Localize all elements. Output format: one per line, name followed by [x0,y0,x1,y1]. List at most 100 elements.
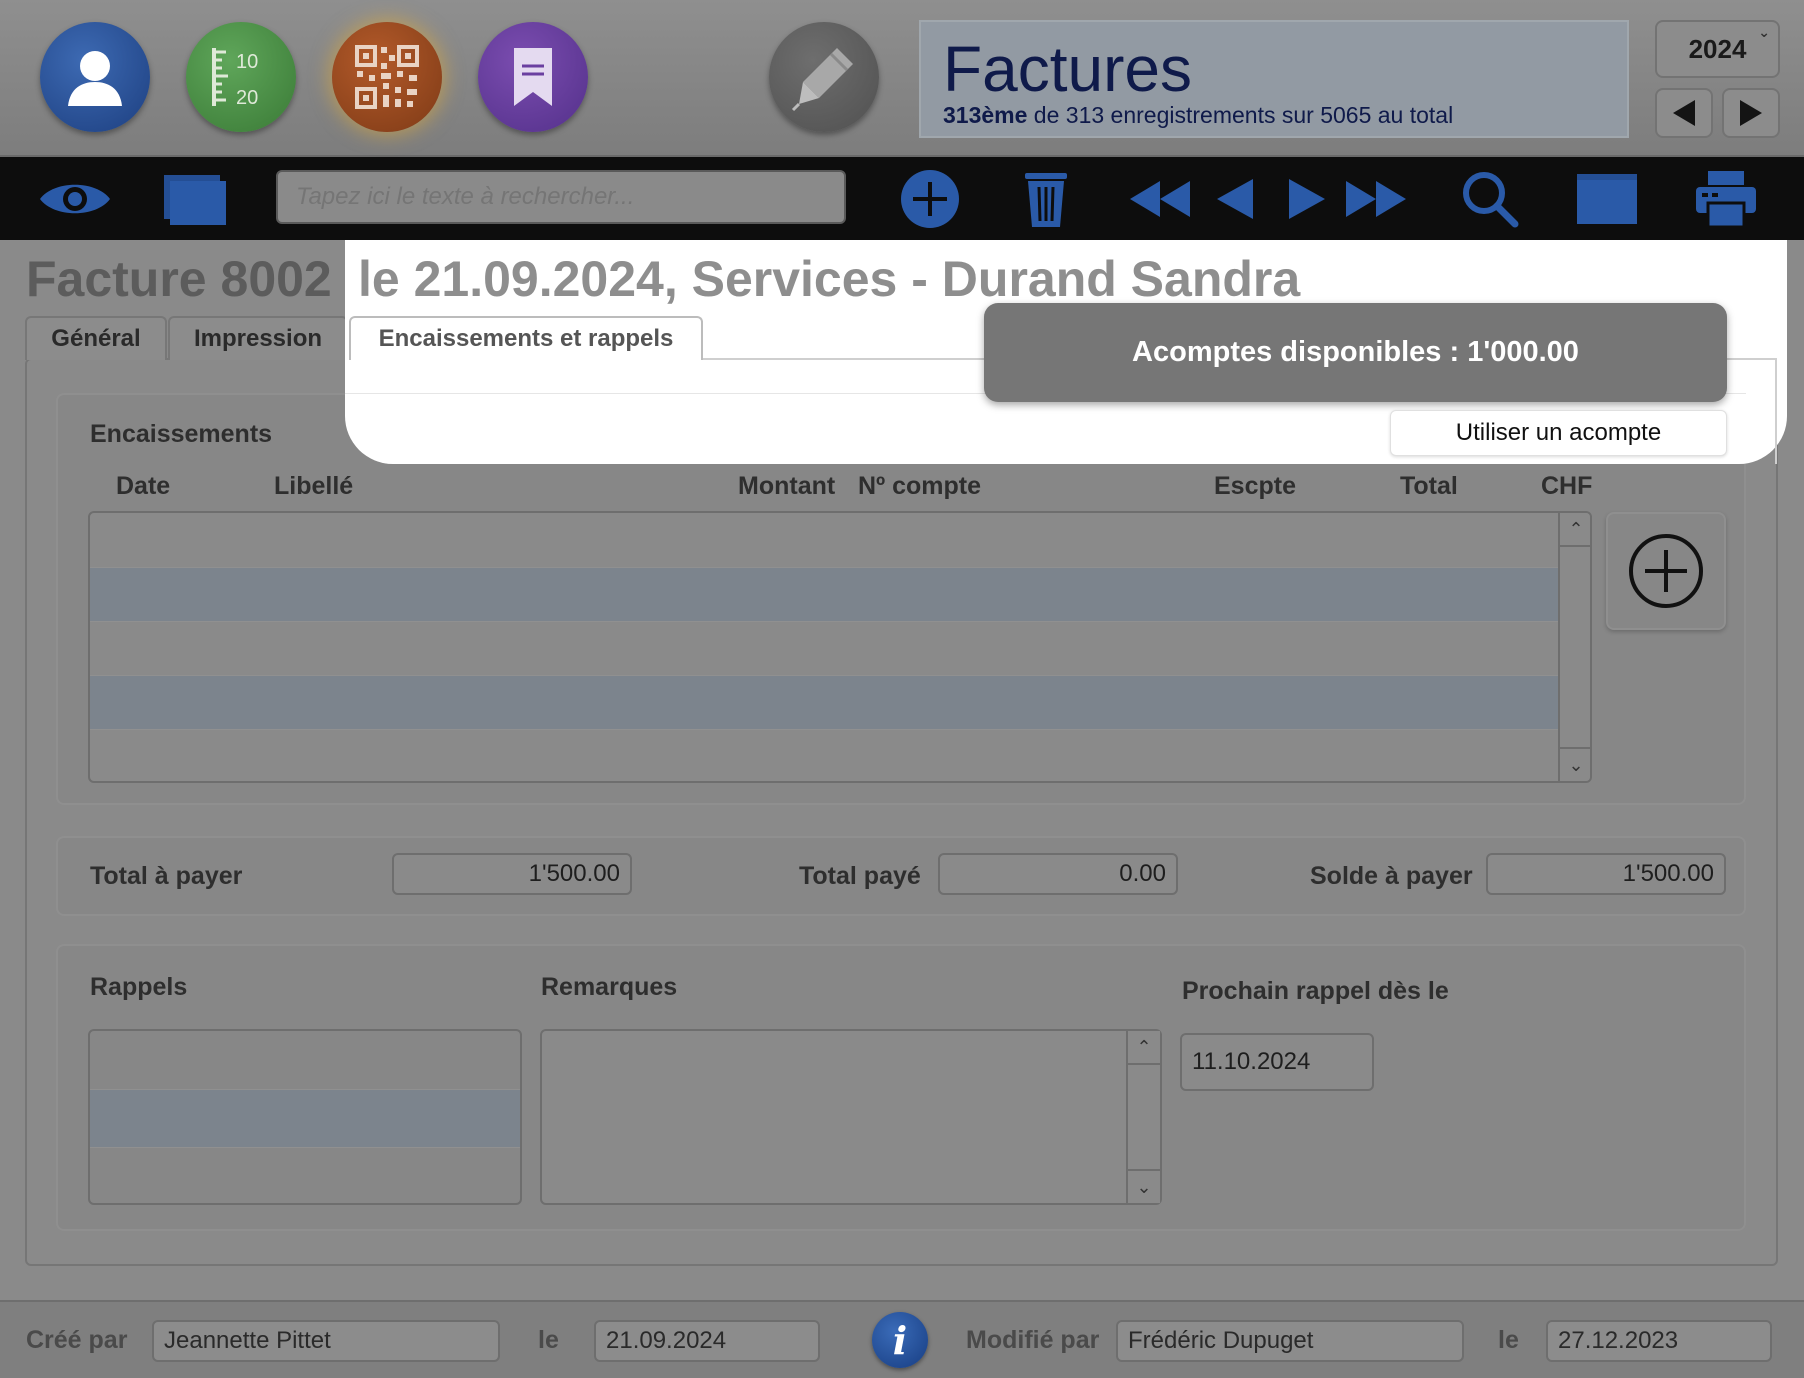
pen-icon [791,48,853,112]
contacts-button[interactable] [40,22,150,132]
ruler-numbers-icon: 10 20 [212,48,258,109]
copy-icon [164,175,226,225]
panel-border [1775,358,1777,464]
record-counter: 313ème de 313 enregistrements sur 5065 a… [943,102,1453,129]
modified-on-field: 27.12.2023 [1546,1320,1772,1362]
year-previous-button[interactable] [1655,88,1713,138]
created-by-label: Créé par [26,1326,128,1354]
balance-field: 1'500.00 [1486,853,1726,895]
record-title-number: Facture 8002 [26,251,332,307]
duplicate-button[interactable] [160,169,230,229]
deposits-available-banner: Acomptes disponibles : 1'000.00 [984,303,1727,402]
total-due-label: Total à payer [90,862,243,890]
record-position: 313ème [943,102,1028,128]
reminders-label: Rappels [90,973,188,1001]
add-record-button[interactable] [898,169,962,229]
list-row[interactable] [90,567,1558,621]
list-row[interactable] [90,513,1558,567]
payments-list[interactable]: ⌃ ⌄ [88,511,1592,783]
window-icon [1577,174,1637,224]
remarks-scrollbar[interactable]: ⌃ ⌄ [1126,1031,1160,1203]
print-button[interactable] [1694,169,1758,229]
created-on-label: le [538,1326,559,1354]
column-currency: CHF [1541,472,1593,500]
double-arrow-right-icon [1346,181,1406,217]
created-by-field: Jeannette Pittet [152,1320,500,1362]
year-selector[interactable]: 2024 ⌄ [1655,20,1780,78]
triangle-right-icon [1740,100,1762,126]
qr-bill-button[interactable] [332,22,442,132]
record-count-text: de 313 enregistrements sur 5065 au total [1027,102,1454,128]
total-paid-label: Total payé [799,862,921,890]
list-row[interactable] [90,1147,520,1203]
list-row[interactable] [90,675,1558,729]
reminders-list[interactable] [88,1029,522,1205]
arrow-right-icon [1289,179,1325,219]
eye-icon [40,184,110,214]
previous-record-button[interactable] [1214,169,1256,229]
column-total: Total [1400,472,1458,500]
tab-payments-reminders[interactable]: Encaissements et rappels [349,316,703,360]
list-row[interactable] [90,729,1558,781]
column-amount: Montant [738,472,836,500]
column-discount: Escpte [1214,472,1296,500]
toolbar [0,157,1804,240]
numbers-icon-top: 10 [236,51,258,73]
plus-circle-icon [1629,534,1703,608]
tab-impression[interactable]: Impression [168,316,348,360]
list-view-button[interactable] [1574,169,1640,229]
add-payment-button[interactable] [1606,512,1726,630]
column-date: Date [116,472,171,500]
bookmark-button[interactable] [478,22,588,132]
find-button[interactable] [1460,169,1520,229]
trash-icon [1025,173,1067,227]
edit-button[interactable] [769,22,879,132]
numbering-button[interactable]: 10 20 [186,22,296,132]
remarks-label: Remarques [541,973,678,1001]
next-reminder-label: Prochain rappel dès le [1182,977,1449,1005]
payments-label: Encaissements [90,420,273,448]
next-record-button[interactable] [1286,169,1328,229]
arrow-left-icon [1217,179,1253,219]
double-arrow-left-icon [1130,181,1190,217]
chevron-down-icon: ⌄ [1758,24,1770,40]
app-header: 10 20 Factures 313ème de 313 enregistrem… [0,0,1804,157]
use-deposit-button[interactable]: Utiliser un acompte [1390,410,1727,456]
list-row[interactable] [90,621,1558,675]
payments-scrollbar[interactable]: ⌃ ⌄ [1558,513,1590,781]
chevron-down-icon[interactable]: ⌄ [1560,747,1590,781]
total-paid-field: 0.00 [938,853,1178,895]
triangle-left-icon [1673,100,1695,126]
tab-general[interactable]: Général [25,316,167,360]
plus-circle-icon [901,170,959,228]
list-row[interactable] [90,1031,520,1089]
module-title: Factures [943,33,1192,105]
bookmark-icon [514,48,552,106]
year-value: 2024 [1688,33,1747,64]
delete-button[interactable] [1020,169,1072,229]
record-title: Facture 8002 [26,250,332,308]
next-reminder-date-field[interactable]: 11.10.2024 [1180,1033,1374,1091]
search-input[interactable] [276,170,846,224]
person-icon [68,51,122,106]
printer-icon [1696,171,1756,229]
modified-by-label: Modifié par [966,1326,1100,1354]
chevron-up-icon[interactable]: ⌃ [1560,513,1590,547]
year-next-button[interactable] [1722,88,1780,138]
balance-label: Solde à payer [1310,862,1473,890]
created-on-field: 21.09.2024 [594,1320,820,1362]
last-record-button[interactable] [1344,169,1408,229]
info-icon[interactable]: i [872,1312,928,1368]
chevron-down-icon[interactable]: ⌄ [1128,1169,1160,1203]
module-title-box: Factures 313ème de 313 enregistrements s… [919,20,1629,138]
record-title-details: le 21.09.2024, Services - Durand Sandra [358,251,1301,307]
remarks-textarea[interactable]: ⌃ ⌄ [540,1029,1162,1205]
modified-by-field: Frédéric Dupuget [1116,1320,1464,1362]
column-label: Libellé [274,472,354,500]
chevron-up-icon[interactable]: ⌃ [1128,1031,1160,1065]
view-button[interactable] [38,169,112,229]
modified-on-label: le [1498,1326,1519,1354]
first-record-button[interactable] [1128,169,1192,229]
list-row[interactable] [90,1089,520,1147]
qr-code-icon [355,45,419,109]
